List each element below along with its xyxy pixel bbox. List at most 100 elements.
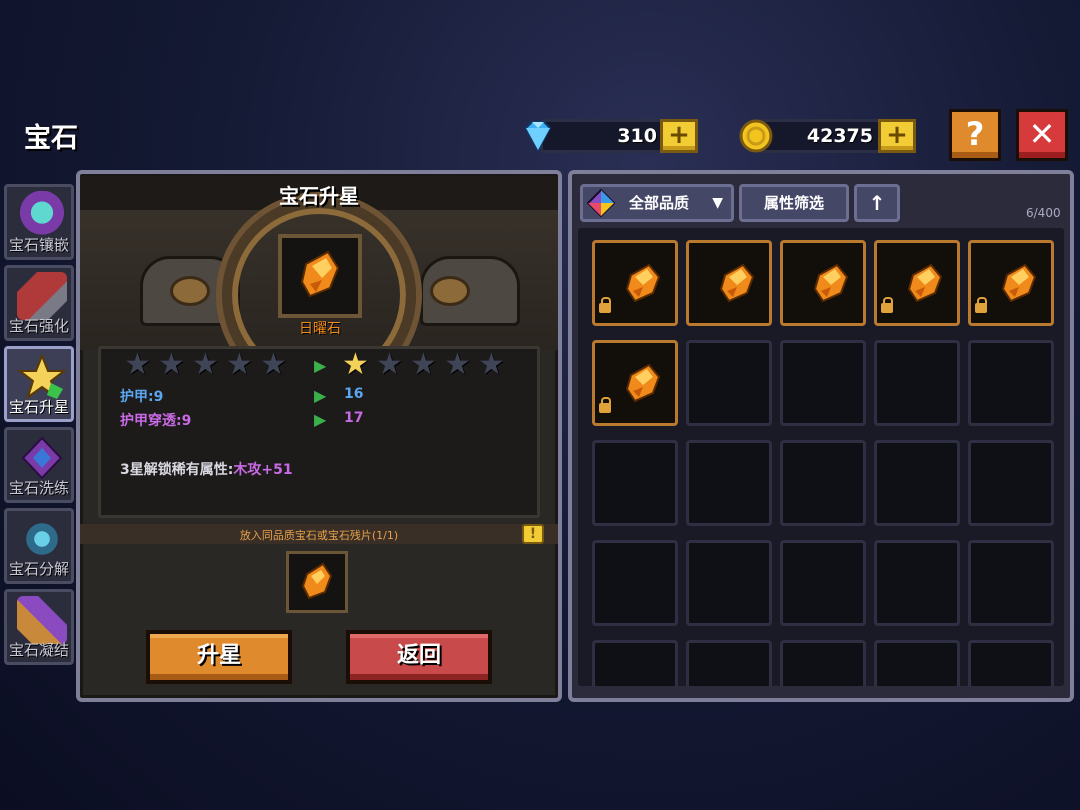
tab-label: 宝石分解 [8,560,69,578]
back-button[interactable]: 返回 [346,630,492,684]
upgrade-title: 宝石升星 [279,184,359,208]
tab-gem-decompose[interactable]: 宝石分解 [4,508,74,584]
add-gold-button[interactable]: + [878,119,916,153]
arrow-right-icon: ▶ [314,356,327,375]
tab-gem-star[interactable]: 宝石升星 [4,346,74,422]
inventory-gem-slot[interactable] [968,240,1054,326]
arrow-right-icon: ▶ [314,386,327,405]
lock-icon [599,297,611,313]
sort-button[interactable]: ↑ [854,184,900,222]
inventory-empty-slot[interactable] [968,340,1054,426]
stat-armor-current: 护甲:9 [120,389,164,405]
lock-icon [881,297,893,313]
sun-gem-icon [907,263,943,303]
inventory-gem-slot[interactable] [780,240,866,326]
inventory-empty-slot[interactable] [780,540,866,626]
tab-label: 宝石升星 [8,398,69,416]
gem-condense-icon [17,596,67,644]
inventory-empty-slot[interactable] [780,340,866,426]
inventory-empty-slot[interactable] [874,540,960,626]
star-empty-icon: ★ [376,347,403,382]
gem-star-icon [17,353,67,400]
lock-icon [975,297,987,313]
tab-gem-refine[interactable]: 宝石洗练 [4,427,74,503]
next-star-rating: ★ ★ ★ ★ ★ [342,350,512,382]
sun-gem-icon [813,263,849,303]
sun-gem-icon [719,263,755,303]
sun-gem-icon [1001,263,1037,303]
star-empty-icon: ★ [478,347,505,382]
gem-inlay-icon [17,191,67,239]
inventory-empty-slot[interactable] [592,440,678,526]
material-slot[interactable] [286,551,348,613]
gem-refine-icon [21,436,63,480]
inventory-empty-slot[interactable] [968,440,1054,526]
inventory-empty-slot[interactable] [874,640,960,686]
inventory-empty-slot[interactable] [686,440,772,526]
material-hint: 放入同品质宝石或宝石残片(1/1) [239,529,399,542]
sun-gem-icon [625,263,661,303]
inventory-gem-slot[interactable] [874,240,960,326]
tab-label: 宝石镶嵌 [8,236,69,254]
star-filled-icon: ★ [342,347,369,382]
inventory-empty-slot[interactable] [968,540,1054,626]
inventory-count: 6/400 [1026,206,1061,220]
star-empty-icon: ★ [124,347,151,382]
unlock-label: 3星解锁稀有属性: [120,462,234,478]
diamond-amount: 310 [617,125,657,147]
stat-armor-pen-next: 17 [344,410,364,426]
tab-gem-enhance[interactable]: 宝石强化 [4,265,74,341]
diamond-icon [524,121,552,153]
star-empty-icon: ★ [410,347,437,382]
inventory-empty-slot[interactable] [874,340,960,426]
inventory-empty-slot[interactable] [686,340,772,426]
arrow-up-icon: ↑ [868,191,886,215]
info-icon[interactable]: ! [522,524,544,544]
selected-gem-slot[interactable] [278,234,362,318]
star-empty-icon: ★ [158,347,185,382]
arrow-right-icon: ▶ [314,410,327,429]
star-empty-icon: ★ [226,347,253,382]
sun-gem-icon [301,562,333,600]
inventory-grid [578,228,1064,686]
gold-coin-icon [739,119,773,153]
sun-gem-icon [625,363,661,403]
inventory-empty-slot[interactable] [592,640,678,686]
gold-counter: 42375 [756,119,886,153]
add-diamonds-button[interactable]: + [660,119,698,153]
unlock-text: 3星解锁稀有属性:木攻+51 [120,459,293,479]
inventory-gem-slot[interactable] [592,240,678,326]
sun-gem-icon [300,250,340,298]
inventory-empty-slot[interactable] [874,440,960,526]
gem-decompose-icon [17,515,67,563]
rainbow-gem-icon [586,188,616,218]
inventory-gem-slot[interactable] [592,340,678,426]
inventory-empty-slot[interactable] [968,640,1054,686]
unlock-value: 木攻+51 [233,462,293,478]
star-empty-icon: ★ [192,347,219,382]
star-empty-icon: ★ [260,347,287,382]
gem-enhance-icon [17,272,67,320]
close-button[interactable]: ✕ [1016,109,1068,161]
inventory-empty-slot[interactable] [686,540,772,626]
page-title: 宝石 [24,123,78,154]
diamond-counter: 310 [540,119,670,153]
inventory-gem-slot[interactable] [686,240,772,326]
tab-gem-inlay[interactable]: 宝石镶嵌 [4,184,74,260]
help-button[interactable]: ? [949,109,1001,161]
gold-amount: 42375 [806,125,873,147]
attribute-filter-button[interactable]: 属性筛选 [739,184,849,222]
tab-label: 宝石强化 [8,317,69,335]
inventory-empty-slot[interactable] [592,540,678,626]
inventory-empty-slot[interactable] [686,640,772,686]
tab-label: 宝石洗练 [8,479,69,497]
tab-gem-condense[interactable]: 宝石凝结 [4,589,74,665]
gem-name: 日曜石 [299,321,341,337]
stat-armor-next: 16 [344,386,364,402]
inventory-empty-slot[interactable] [780,640,866,686]
upgrade-star-button[interactable]: 升星 [146,630,292,684]
star-empty-icon: ★ [444,347,471,382]
current-star-rating: ★ ★ ★ ★ ★ [124,350,294,382]
inventory-empty-slot[interactable] [780,440,866,526]
tab-label: 宝石凝结 [8,641,69,659]
